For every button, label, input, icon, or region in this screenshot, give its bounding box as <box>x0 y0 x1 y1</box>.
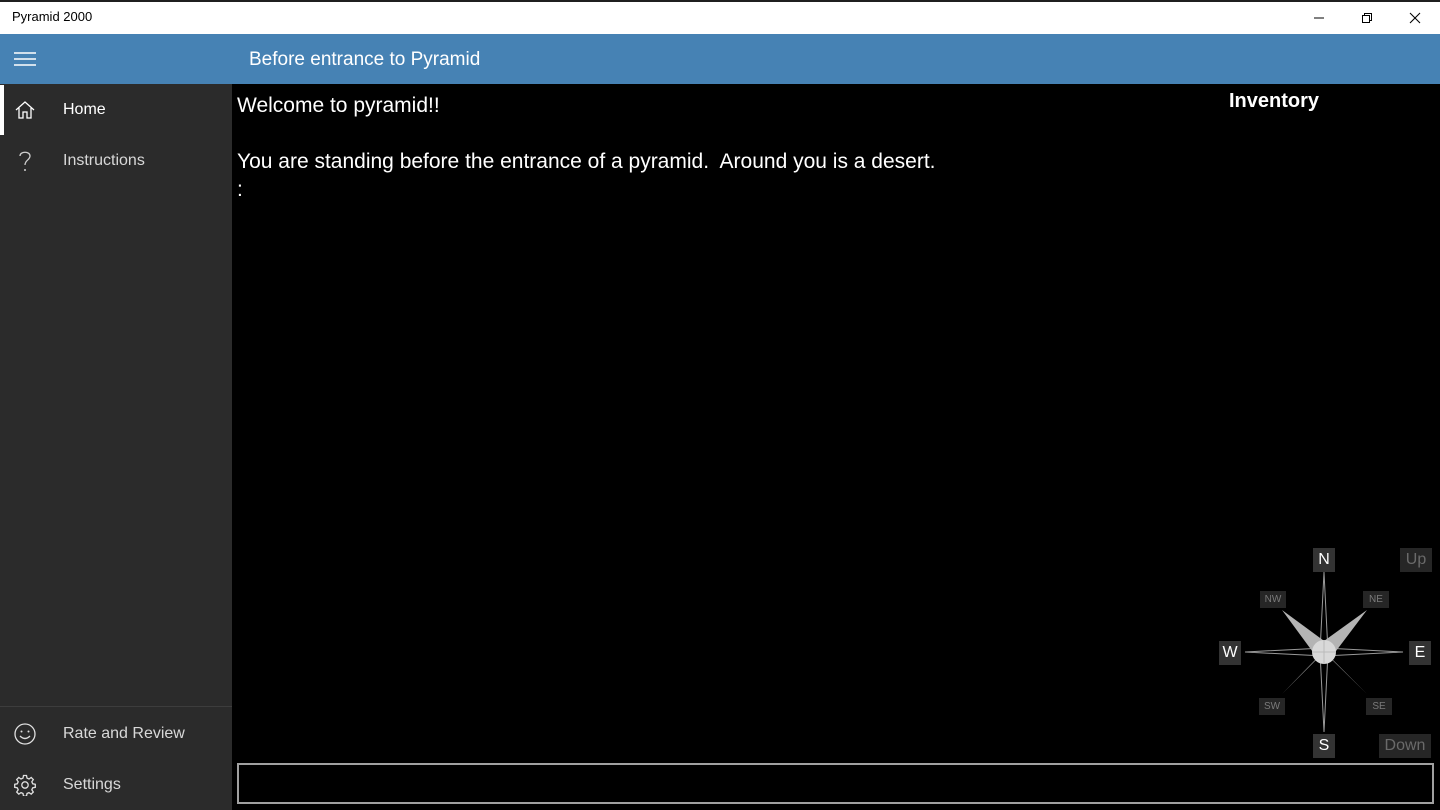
sidebar-item-settings[interactable]: Settings <box>0 760 232 810</box>
close-button[interactable] <box>1392 2 1438 34</box>
close-icon <box>1409 12 1421 24</box>
restore-icon <box>1362 13 1372 23</box>
gear-icon <box>0 760 50 810</box>
sidebar-divider <box>0 706 232 707</box>
question-icon <box>0 136 50 186</box>
compass-southwest-button[interactable]: SW <box>1259 698 1285 715</box>
compass-southeast-button[interactable]: SE <box>1366 698 1392 715</box>
sidebar-item-label: Instructions <box>63 152 145 169</box>
window-titlebar: Pyramid 2000 <box>0 0 1440 34</box>
compass-rose: N S W E NW NE SW SE Up Down <box>1217 546 1437 761</box>
hamburger-menu-button[interactable] <box>0 34 50 84</box>
sidebar-item-label: Rate and Review <box>63 725 185 742</box>
sidebar: Home Instructions Rate and Review Settin… <box>0 84 232 810</box>
compass-north-button[interactable]: N <box>1313 548 1335 572</box>
command-input[interactable] <box>237 763 1434 804</box>
sidebar-item-label: Home <box>63 101 106 118</box>
compass-east-button[interactable]: E <box>1409 641 1431 665</box>
sidebar-item-home[interactable]: Home <box>0 85 232 135</box>
compass-up-button[interactable]: Up <box>1400 548 1432 572</box>
restore-button[interactable] <box>1344 2 1390 34</box>
page-title: Before entrance to Pyramid <box>249 49 481 70</box>
minimize-button[interactable] <box>1296 2 1342 34</box>
compass-star-icon <box>1244 571 1404 733</box>
compass-northeast-button[interactable]: NE <box>1363 591 1389 608</box>
inventory-title: Inventory <box>1229 90 1320 112</box>
game-area: Welcome to pyramid!! You are standing be… <box>232 84 1440 810</box>
app-header: Before entrance to Pyramid <box>0 34 1440 84</box>
compass-down-button[interactable]: Down <box>1379 734 1431 758</box>
window-title: Pyramid 2000 <box>12 9 93 24</box>
sidebar-item-instructions[interactable]: Instructions <box>0 136 232 186</box>
compass-northwest-button[interactable]: NW <box>1260 591 1286 608</box>
compass-south-button[interactable]: S <box>1313 734 1335 758</box>
compass-west-button[interactable]: W <box>1219 641 1241 665</box>
hamburger-icon <box>14 52 36 66</box>
sidebar-item-label: Settings <box>63 776 121 793</box>
game-output-text: Welcome to pyramid!! You are standing be… <box>237 94 936 201</box>
smiley-icon <box>0 709 50 759</box>
home-icon <box>0 85 50 135</box>
sidebar-item-rate-and-review[interactable]: Rate and Review <box>0 709 232 759</box>
minimize-icon <box>1314 17 1324 19</box>
